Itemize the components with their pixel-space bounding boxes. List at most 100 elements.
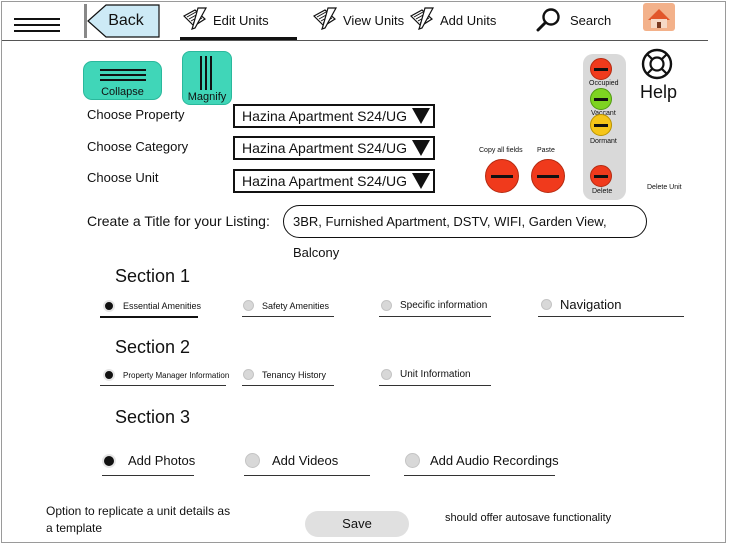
- help-label: Help: [640, 82, 678, 102]
- option-label: Tenancy History: [262, 369, 327, 380]
- option-underline: [538, 316, 684, 317]
- delete-unit-label: Delete Unit: [647, 184, 682, 191]
- hamburger-menu-icon[interactable]: [14, 18, 60, 32]
- back-button[interactable]: Back: [84, 4, 160, 38]
- option-label: Unit Information: [400, 369, 471, 380]
- dormant-label: Dormant: [590, 138, 617, 145]
- occupied-status-button[interactable]: [590, 58, 612, 80]
- magnify-lines-icon: [200, 56, 212, 90]
- option-underline: [379, 385, 491, 386]
- nav-label: View Units: [343, 12, 405, 28]
- unit-value: Hazina Apartment S24/UG: [242, 173, 407, 189]
- delete-status-button[interactable]: [590, 165, 612, 187]
- unit-select[interactable]: Hazina Apartment S24/UG: [233, 169, 435, 193]
- dormant-status-button[interactable]: [590, 114, 612, 136]
- radio-unselected[interactable]: [243, 300, 254, 311]
- option-safety-amenities[interactable]: Safety Amenities: [243, 300, 329, 311]
- radio-unselected[interactable]: [381, 369, 392, 380]
- radio-selected[interactable]: [102, 453, 116, 468]
- minus-icon: [594, 68, 608, 71]
- option-navigation[interactable]: Navigation: [541, 297, 621, 312]
- search-icon: [536, 8, 560, 32]
- option-specific-information[interactable]: Specific information: [381, 300, 487, 311]
- option-label: Safety Amenities: [262, 300, 330, 311]
- magnify-button[interactable]: Magnify: [182, 51, 232, 105]
- option-underline: [100, 316, 198, 318]
- option-add-photos[interactable]: Add Photos: [102, 453, 195, 468]
- choose-property-label: Choose Property: [87, 107, 185, 122]
- edit-pencil-icon: [183, 7, 208, 30]
- radio-unselected[interactable]: [541, 299, 552, 310]
- option-underline: [100, 385, 226, 386]
- radio-selected[interactable]: [103, 369, 115, 381]
- copy-all-label: Copy all fields: [479, 147, 523, 154]
- minus-icon: [594, 124, 608, 127]
- option-label: Add Photos: [128, 453, 196, 468]
- radio-unselected[interactable]: [405, 453, 420, 468]
- property-select[interactable]: Hazina Apartment S24/UG: [233, 104, 435, 128]
- minus-icon: [594, 175, 608, 178]
- nav-search[interactable]: Search: [536, 6, 611, 34]
- dropdown-arrow-icon: [412, 173, 430, 189]
- nav-label: Edit Units: [213, 12, 269, 28]
- option-label: Essential Amenities: [123, 301, 202, 311]
- option-underline: [404, 475, 555, 476]
- option-add-videos[interactable]: Add Videos: [245, 453, 338, 468]
- option-label: Property Manager Information: [123, 370, 230, 380]
- dropdown-arrow-icon: [412, 140, 430, 156]
- help-button[interactable]: Help: [640, 48, 677, 102]
- edit-pencil-icon: [410, 7, 435, 30]
- back-label: Back: [108, 12, 144, 29]
- app-logo: [642, 2, 676, 32]
- replicate-note-line-1: Option to replicate a unit details as: [46, 504, 231, 518]
- choose-unit-label: Choose Unit: [87, 170, 159, 185]
- occupied-label: Occupied: [589, 80, 619, 87]
- minus-icon: [594, 98, 608, 101]
- choose-category-label: Choose Category: [87, 139, 189, 154]
- collapse-label: Collapse: [101, 86, 144, 98]
- listing-title-input[interactable]: 3BR, Furnished Apartment, DSTV, WIFI, Ga…: [283, 205, 647, 260]
- nav-add-units[interactable]: Add Units: [408, 6, 496, 34]
- minus-icon: [491, 175, 513, 178]
- paste-label: Paste: [537, 147, 555, 154]
- nav-edit-units[interactable]: Edit Units: [181, 6, 269, 34]
- magnify-label: Magnify: [187, 91, 227, 103]
- paste-button[interactable]: [531, 159, 565, 193]
- option-label: Navigation: [560, 297, 622, 312]
- replicate-note-line-2: a template: [46, 521, 103, 535]
- delete-label: Delete: [592, 188, 613, 195]
- option-underline: [244, 475, 370, 476]
- edit-pencil-icon: [313, 7, 338, 30]
- option-label: Add Videos: [272, 453, 339, 468]
- collapse-button[interactable]: Collapse: [83, 61, 162, 100]
- copy-all-button[interactable]: [485, 159, 519, 193]
- radio-unselected[interactable]: [381, 300, 392, 311]
- minus-icon: [537, 175, 559, 178]
- option-underline: [242, 316, 334, 317]
- option-label: Specific information: [400, 300, 488, 311]
- option-property-manager-information[interactable]: Property Manager Information: [103, 369, 229, 381]
- autosave-note: should offer autosave functionality: [445, 512, 612, 524]
- dropdown-arrow-icon: [412, 108, 430, 124]
- radio-unselected[interactable]: [245, 453, 260, 468]
- category-value: Hazina Apartment S24/UG: [242, 140, 407, 156]
- section-3-title: Section 3: [115, 407, 191, 427]
- collapse-lines-icon: [100, 69, 146, 81]
- option-tenancy-history[interactable]: Tenancy History: [243, 369, 326, 380]
- option-label: Add Audio Recordings: [430, 453, 559, 468]
- option-underline: [242, 385, 334, 386]
- nav-view-units[interactable]: View Units: [311, 6, 404, 34]
- category-select[interactable]: Hazina Apartment S24/UG: [233, 136, 435, 160]
- radio-selected[interactable]: [103, 300, 115, 312]
- option-essential-amenities[interactable]: Essential Amenities: [103, 300, 201, 312]
- radio-unselected[interactable]: [243, 369, 254, 380]
- lifebuoy-icon: [641, 48, 673, 80]
- option-unit-information[interactable]: Unit Information: [381, 369, 471, 380]
- section-2-title: Section 2: [115, 337, 191, 357]
- option-add-audio-recordings[interactable]: Add Audio Recordings: [405, 453, 559, 468]
- save-button[interactable]: Save: [305, 511, 409, 537]
- nav-label: Search: [570, 12, 612, 28]
- option-underline: [102, 475, 194, 476]
- listing-title-label: Create a Title for your Listing:: [87, 213, 270, 229]
- vaccant-status-button[interactable]: [590, 88, 612, 110]
